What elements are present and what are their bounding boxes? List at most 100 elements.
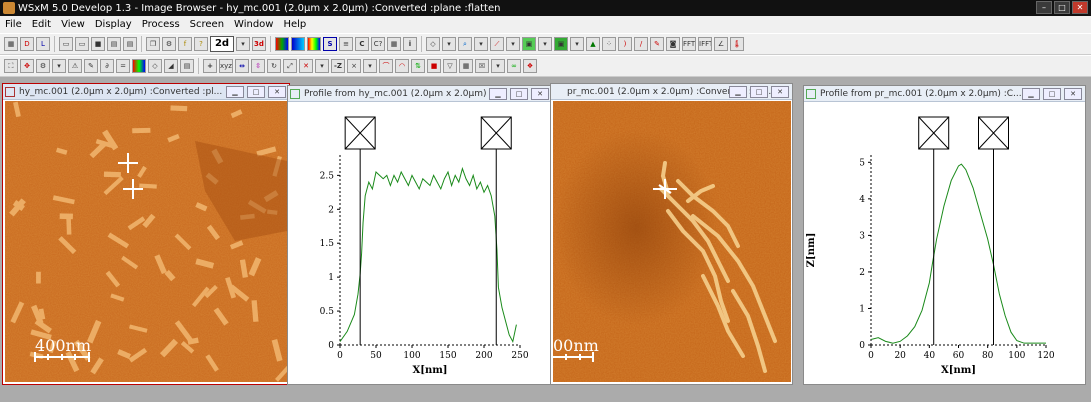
- mountain-icon[interactable]: ▲: [586, 37, 600, 51]
- chevron-down-icon[interactable]: ▾: [363, 59, 377, 73]
- layers-icon[interactable]: ▤: [180, 59, 194, 73]
- color-bars-icon[interactable]: [291, 37, 305, 51]
- help-icon[interactable]: ?: [194, 37, 208, 51]
- camera-icon[interactable]: ◙: [666, 37, 680, 51]
- gallery-icon[interactable]: ❖: [523, 59, 537, 73]
- window-close-button[interactable]: ✕: [1064, 88, 1082, 100]
- chevron-down-icon[interactable]: ▾: [506, 37, 520, 51]
- save-icon[interactable]: ■: [91, 37, 105, 51]
- image-window-pr[interactable]: pr_mc.001 (2.0µm x 2.0µm) :Converted :pl…: [550, 83, 793, 385]
- arrows-icon[interactable]: ✥: [20, 59, 34, 73]
- open-folder-icon[interactable]: ▭: [75, 37, 89, 51]
- menu-file[interactable]: File: [0, 19, 27, 30]
- afm-image[interactable]: 00nm: [553, 101, 791, 382]
- rainbow-icon[interactable]: ⌒: [379, 59, 393, 73]
- window-maximize-button[interactable]: □: [247, 86, 265, 98]
- palette-icon[interactable]: [275, 37, 289, 51]
- chevron-down-icon[interactable]: ▾: [315, 59, 329, 73]
- menu-display[interactable]: Display: [90, 19, 137, 30]
- swap-icon[interactable]: ⇅: [411, 59, 425, 73]
- ifft-button[interactable]: IFFT: [698, 37, 712, 51]
- chevron-down-icon[interactable]: ▾: [52, 59, 66, 73]
- window-close-button[interactable]: ✕: [268, 86, 286, 98]
- menu-screen[interactable]: Screen: [185, 19, 229, 30]
- link-icon[interactable]: ∞: [507, 59, 521, 73]
- eraser-icon[interactable]: ◇: [148, 59, 162, 73]
- thermometer-icon[interactable]: 🌡: [730, 37, 744, 51]
- afm-image[interactable]: 400nm: [5, 101, 287, 382]
- window-close-button[interactable]: ✕: [771, 86, 789, 98]
- zoom-icon[interactable]: ⌕: [458, 37, 472, 51]
- angle-icon[interactable]: ∠: [714, 37, 728, 51]
- window-minimize-button[interactable]: ▁: [489, 88, 507, 100]
- align-icon[interactable]: ≡: [339, 37, 353, 51]
- open-icon[interactable]: ▭: [59, 37, 73, 51]
- edit-icon[interactable]: ✎: [84, 59, 98, 73]
- menu-view[interactable]: View: [56, 19, 90, 30]
- minimize-button[interactable]: –: [1036, 1, 1052, 14]
- derivative-icon[interactable]: ∂: [100, 59, 114, 73]
- profile-chart-hy[interactable]: 0 0.5 1 1.5 2 2.5 0 50 100 150 200 250 X[nm]: [288, 103, 552, 385]
- erase-icon[interactable]: ◇: [426, 37, 440, 51]
- select-icon[interactable]: ▦: [4, 37, 18, 51]
- rotate-icon[interactable]: ↻: [267, 59, 281, 73]
- colorbar-icon[interactable]: [132, 59, 146, 73]
- c-button[interactable]: C: [355, 37, 369, 51]
- resize-icon[interactable]: ⤢: [283, 59, 297, 73]
- window-minimize-button[interactable]: ▁: [1022, 88, 1040, 100]
- window-maximize-button[interactable]: □: [750, 86, 768, 98]
- window-minimize-button[interactable]: ▁: [226, 86, 244, 98]
- invert-z-button[interactable]: -Z: [331, 59, 345, 73]
- copy-icon[interactable]: ❐: [146, 37, 160, 51]
- display-mode-select[interactable]: 2d: [210, 36, 234, 52]
- histogram-icon[interactable]: [307, 37, 321, 51]
- warning-icon[interactable]: ⚠: [68, 59, 82, 73]
- close-button[interactable]: ✕: [1072, 1, 1088, 14]
- zoom-box-icon[interactable]: ⛶: [4, 59, 18, 73]
- image-window-hy[interactable]: hy_mc.001 (2.0µm x 2.0µm) :Converted :pl…: [2, 83, 290, 385]
- 3d-button[interactable]: 3d: [252, 37, 266, 51]
- profile-chart-pr[interactable]: 0 1 2 3 4 5 0 20 40 60 80 100 120 X[nm] Z[nm]: [804, 103, 1085, 385]
- window-maximize-button[interactable]: □: [1043, 88, 1061, 100]
- menu-help[interactable]: Help: [278, 19, 311, 30]
- arc-icon[interactable]: ◠: [395, 59, 409, 73]
- funnel-icon[interactable]: ▽: [443, 59, 457, 73]
- chevron-down-icon[interactable]: ▾: [491, 59, 505, 73]
- stop-icon[interactable]: ■: [427, 59, 441, 73]
- chevron-down-icon[interactable]: ▾: [570, 37, 584, 51]
- plus-icon[interactable]: +: [203, 59, 217, 73]
- function-icon[interactable]: f: [178, 37, 192, 51]
- curve-icon[interactable]: ): [618, 37, 632, 51]
- dr-icon[interactable]: D: [20, 37, 34, 51]
- profile-window-hy[interactable]: Profile from hy_mc.001 (2.0µm x 2.0µm) :…: [287, 85, 553, 385]
- maximize-button[interactable]: □: [1054, 1, 1070, 14]
- wedge-icon[interactable]: ◢: [164, 59, 178, 73]
- filter-icon[interactable]: ▣: [522, 37, 536, 51]
- network-icon[interactable]: ⚙: [162, 37, 176, 51]
- print-preview-icon[interactable]: ▤: [123, 37, 137, 51]
- chevron-down-icon[interactable]: ▾: [538, 37, 552, 51]
- menu-window[interactable]: Window: [229, 19, 278, 30]
- grid-small-icon[interactable]: ▦: [459, 59, 473, 73]
- print-icon[interactable]: ▤: [107, 37, 121, 51]
- grid-icon[interactable]: ▦: [387, 37, 401, 51]
- menu-process[interactable]: Process: [137, 19, 185, 30]
- xyz-button[interactable]: xyz: [219, 59, 233, 73]
- close-box-icon[interactable]: ☒: [475, 59, 489, 73]
- window-maximize-button[interactable]: □: [510, 88, 528, 100]
- filter2-icon[interactable]: ▣: [554, 37, 568, 51]
- equals-icon[interactable]: =: [116, 59, 130, 73]
- chevron-down-icon[interactable]: ▾: [442, 37, 456, 51]
- ly-icon[interactable]: L: [36, 37, 50, 51]
- window-close-button[interactable]: ✕: [531, 88, 549, 100]
- cross-icon[interactable]: ✕: [299, 59, 313, 73]
- flip-vertical-icon[interactable]: ⇳: [251, 59, 265, 73]
- menu-edit[interactable]: Edit: [27, 19, 56, 30]
- chevron-down-icon[interactable]: ▾: [236, 37, 250, 51]
- settings-icon[interactable]: ⚙: [36, 59, 50, 73]
- flip-horizontal-icon[interactable]: ⇹: [235, 59, 249, 73]
- profile-window-pr[interactable]: Profile from pr_mc.001 (2.0µm x 2.0µm) :…: [803, 85, 1086, 385]
- s-button[interactable]: S: [323, 37, 337, 51]
- afm-image-canvas[interactable]: 400nm: [5, 101, 287, 382]
- multiply-icon[interactable]: ×: [347, 59, 361, 73]
